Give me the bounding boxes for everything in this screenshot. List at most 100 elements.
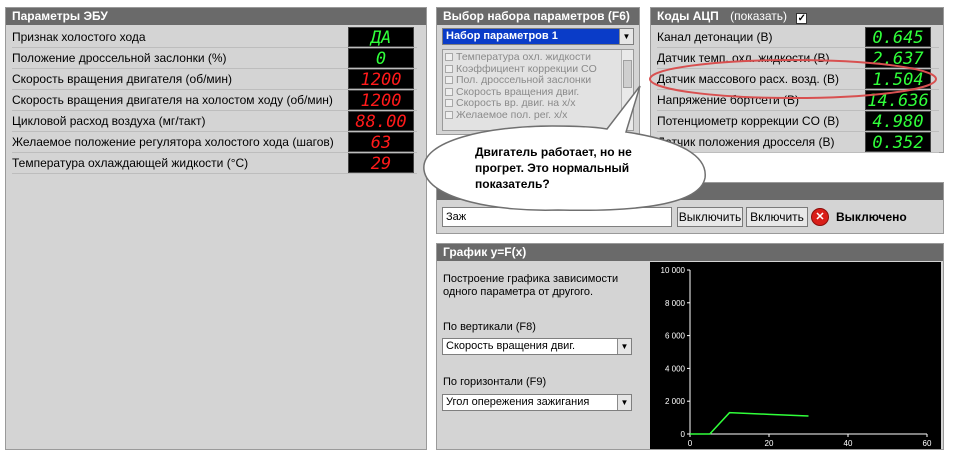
ecu-row-label: Признак холостого хода <box>12 30 146 44</box>
x-tick-label: 60 <box>923 439 932 448</box>
adc-title: Коды АЦП (показать) ✓ <box>651 8 943 25</box>
adc-row-coolant-sensor: Датчик темп. охл. жидкости (В) 2.637 <box>657 48 939 69</box>
ecu-row-idle-speed: Скорость вращения двигателя на холостом … <box>12 90 417 111</box>
adc-row-throttle-sensor: Датчик положения дросселя (В) 0.352 <box>657 132 939 153</box>
series-line <box>690 411 809 435</box>
adc-show-label: (показать) <box>730 9 787 23</box>
x-tick-label: 20 <box>765 439 774 448</box>
ecu-row-label: Температура охлаждающей жидкости (°C) <box>12 156 249 170</box>
ecu-value-display: 29 <box>348 153 414 173</box>
ecu-params-panel: Параметры ЭБУ Признак холостого хода ДА … <box>5 7 427 450</box>
list-item[interactable]: Желаемое пол. рег. х/х <box>443 108 633 122</box>
ecu-row-idle-flag: Признак холостого хода ДА <box>12 27 417 48</box>
graph-title: График y=F(x) <box>437 244 943 261</box>
adc-row-maf-sensor: Датчик массового расх. возд. (В) 1.504 <box>657 69 939 90</box>
ecu-row-label: Цикловой расход воздуха (мг/такт) <box>12 114 206 128</box>
param-set-panel: Выбор набора параметров (F6) Набор парам… <box>436 7 640 135</box>
graph-chart: 0 2 000 4 000 6 000 8 000 10 000 0 20 40 60 <box>650 262 941 449</box>
x-tick-label: 40 <box>844 439 853 448</box>
horizontal-axis-label: По горизонтали (F9) <box>443 376 547 388</box>
list-item-label: Скорость вр. двиг. на х/х <box>456 97 576 109</box>
turn-off-button[interactable]: Выключить <box>677 207 743 227</box>
control-select[interactable]: Заж <box>442 207 672 227</box>
y-tick-label: 0 <box>681 430 686 439</box>
ecu-value-display: 88.00 <box>348 111 414 131</box>
callout-line1: Двигатель работает, но не <box>475 145 632 159</box>
list-item-label: Скорость вращения двиг. <box>456 85 580 98</box>
callout-text: Двигатель работает, но не прогрет. Это н… <box>475 144 632 192</box>
adc-row-co-potentiometer: Потенциометр коррекции CO (В) 4.980 <box>657 111 939 132</box>
checkbox[interactable] <box>445 64 453 73</box>
ecu-value-display: 0 <box>348 48 414 68</box>
callout-line3: показатель? <box>475 177 550 191</box>
checkbox[interactable] <box>445 110 453 119</box>
ecu-params-title: Параметры ЭБУ <box>6 8 426 25</box>
graph-description-line2: одного параметра от другого. <box>443 286 594 298</box>
callout-line2: прогрет. Это нормальный <box>475 161 630 175</box>
param-set-title: Выбор набора параметров (F6) <box>437 8 639 25</box>
ecu-row-label: Скорость вращения двигателя на холостом … <box>12 93 333 107</box>
adc-row-battery-voltage: Напряжение бортсети (В) 14.636 <box>657 90 939 111</box>
list-item-label: Желаемое пол. рег. х/х <box>456 108 568 121</box>
ecu-row-label: Положение дроссельной заслонки (%) <box>12 51 227 65</box>
adc-title-text: Коды АЦП <box>657 9 719 23</box>
chevron-down-icon[interactable]: ▼ <box>617 339 631 354</box>
graph-description-line1: Построение графика зависимости <box>443 273 619 285</box>
ecu-row-engine-speed: Скорость вращения двигателя (об/мин) 120… <box>12 69 417 90</box>
y-tick-label: 10 000 <box>661 266 686 275</box>
ecu-row-throttle-position: Положение дроссельной заслонки (%) 0 <box>12 48 417 69</box>
adc-row-knock: Канал детонации (В) 0.645 <box>657 27 939 48</box>
ecu-value-display: 1200 <box>348 69 414 89</box>
ecu-row-air-flow: Цикловой расход воздуха (мг/такт) 88.00 <box>12 111 417 132</box>
checkbox[interactable] <box>445 53 453 61</box>
adc-panel: Коды АЦП (показать) ✓ Канал детонации (В… <box>650 7 944 153</box>
ecu-value-display: ДА <box>348 27 414 47</box>
checkbox[interactable] <box>445 99 453 107</box>
ecu-value-display: 63 <box>348 132 414 152</box>
x-tick-label: 0 <box>688 439 693 448</box>
horizontal-axis-value: Угол опережения зажигания <box>446 396 590 408</box>
param-list-scrollbar[interactable] <box>621 50 633 130</box>
horizontal-axis-select[interactable]: Угол опережения зажигания ▼ <box>442 394 632 411</box>
chevron-down-icon[interactable]: ▼ <box>617 395 631 410</box>
adc-row-label: Потенциометр коррекции CO (В) <box>657 114 840 128</box>
adc-show-checkbox[interactable]: ✓ <box>796 13 808 24</box>
list-item-label: Коэффициент коррекции CO <box>456 62 597 75</box>
list-item-label: Пол. дроссельной заслонки <box>456 74 592 86</box>
vertical-axis-value: Скорость вращения двиг. <box>446 340 576 352</box>
param-list[interactable]: Температура охл. жидкости Коэффициент ко… <box>442 49 634 131</box>
adc-value-display: 14.636 <box>865 90 931 110</box>
close-icon[interactable]: ✕ <box>811 208 829 226</box>
y-tick-label: 8 000 <box>665 299 686 308</box>
ecu-row-coolant-temp: Температура охлаждающей жидкости (°C) 29 <box>12 153 417 174</box>
ecu-value-display: 1200 <box>348 90 414 110</box>
adc-value-display: 0.352 <box>865 132 931 152</box>
adc-value-display: 4.980 <box>865 111 931 131</box>
chevron-down-icon[interactable]: ▼ <box>619 29 633 44</box>
turn-on-button[interactable]: Включить <box>746 207 808 227</box>
param-set-selected-value: Набор параметров 1 <box>446 30 558 42</box>
checkbox[interactable] <box>445 76 453 84</box>
ecu-row-idle-regulator: Желаемое положение регулятора холостого … <box>12 132 417 153</box>
control-select-value: Заж <box>446 211 467 223</box>
y-tick-label: 2 000 <box>665 397 686 406</box>
checkbox[interactable] <box>445 87 453 96</box>
adc-row-label: Напряжение бортсети (В) <box>657 93 800 107</box>
vertical-axis-select[interactable]: Скорость вращения двиг. ▼ <box>442 338 632 355</box>
adc-row-label: Датчик массового расх. возд. (В) <box>657 72 840 86</box>
y-tick-label: 4 000 <box>665 364 686 373</box>
adc-row-label: Датчик темп. охл. жидкости (В) <box>657 51 830 65</box>
param-set-select[interactable]: Набор параметров 1 ▼ <box>442 28 634 45</box>
status-text: Выключено <box>836 210 907 224</box>
y-tick-label: 6 000 <box>665 332 686 341</box>
vertical-axis-label: По вертикали (F8) <box>443 321 536 333</box>
list-item-label: Температура охл. жидкости <box>456 51 591 63</box>
adc-value-display: 2.637 <box>865 48 931 68</box>
adc-row-label: Канал детонации (В) <box>657 30 773 44</box>
ecu-row-label: Желаемое положение регулятора холостого … <box>12 135 334 149</box>
graph-chart-svg: 0 2 000 4 000 6 000 8 000 10 000 0 20 40 60 <box>661 266 932 448</box>
adc-value-display: 1.504 <box>865 69 931 89</box>
ecu-row-label: Скорость вращения двигателя (об/мин) <box>12 72 232 86</box>
scrollbar-thumb[interactable] <box>623 60 632 88</box>
adc-value-display: 0.645 <box>865 27 931 47</box>
